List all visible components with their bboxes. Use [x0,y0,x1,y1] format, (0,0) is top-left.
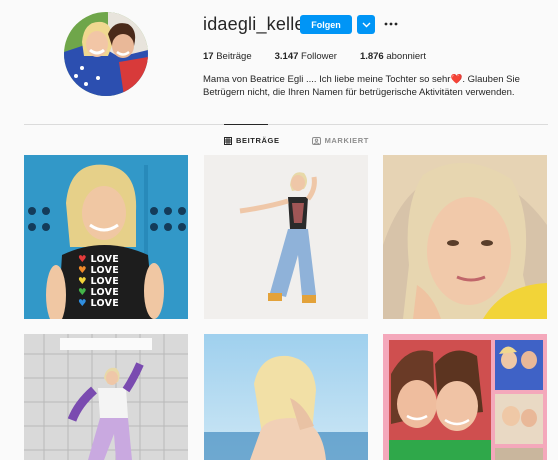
post-tile-1[interactable]: ♥ LOVE ♥ LOVE ♥ LOVE ♥ LOVE ♥ LOVE [24,155,188,319]
shirt-line: ♥ LOVE [78,276,120,287]
tab-posts[interactable]: BEITRÄGE [224,136,280,145]
more-dots-icon [384,22,398,26]
profile-stats: 17 Beiträge 3.147 Follower 1.876 abonnie… [203,51,449,62]
shirt-line: ♥ LOVE [78,254,120,265]
following-count: 1.876 [359,51,384,62]
followers-label: Follower [301,51,337,62]
grid-icon [224,136,232,145]
profile-header: idaegli_keller Folgen 17 Beiträge 3.147 … [0,0,558,124]
profile-username: idaegli_keller [203,14,311,34]
follow-button[interactable]: Folgen [300,15,352,34]
post-tile-3[interactable] [383,155,547,319]
heart-icon: ❤️ [450,74,463,85]
suggested-accounts-button[interactable] [357,15,375,34]
more-options-button[interactable] [383,17,399,31]
post-tile-6[interactable] [383,334,547,460]
profile-bio: Mama von Beatrice Egli .... Ich liebe me… [203,73,548,99]
post-tile-4[interactable] [24,334,188,460]
shirt-print: ♥ LOVE ♥ LOVE ♥ LOVE ♥ LOVE ♥ LOVE [78,254,128,309]
shirt-line: ♥ LOVE [78,298,120,309]
post-tile-5[interactable] [204,334,368,460]
following-label: abonniert [386,51,426,62]
profile-avatar[interactable] [64,12,148,96]
tab-posts-label: BEITRÄGE [236,136,280,145]
posts-label: Beiträge [216,51,252,62]
followers-count: 3.147 [274,51,299,62]
active-tab-indicator [224,124,268,125]
following-stat[interactable]: 1.876 abonniert [360,51,426,62]
followers-stat[interactable]: 3.147 Follower [275,51,337,62]
chevron-down-icon [362,22,370,27]
tab-tagged-label: MARKIERT [324,136,369,145]
tab-tagged[interactable]: MARKIERT [311,136,369,145]
header-divider [24,124,548,125]
shirt-line: ♥ LOVE [78,287,120,298]
posts-count: 17 [203,51,214,62]
profile-tabs: BEITRÄGE MARKIERT [224,136,369,145]
shirt-line: ♥ LOVE [78,265,120,276]
posts-stat: 17 Beiträge [203,51,252,62]
post-tile-2[interactable] [204,155,368,319]
bio-text-part1: Mama von Beatrice Egli .... Ich liebe me… [203,74,451,85]
tag-icon [311,136,321,145]
